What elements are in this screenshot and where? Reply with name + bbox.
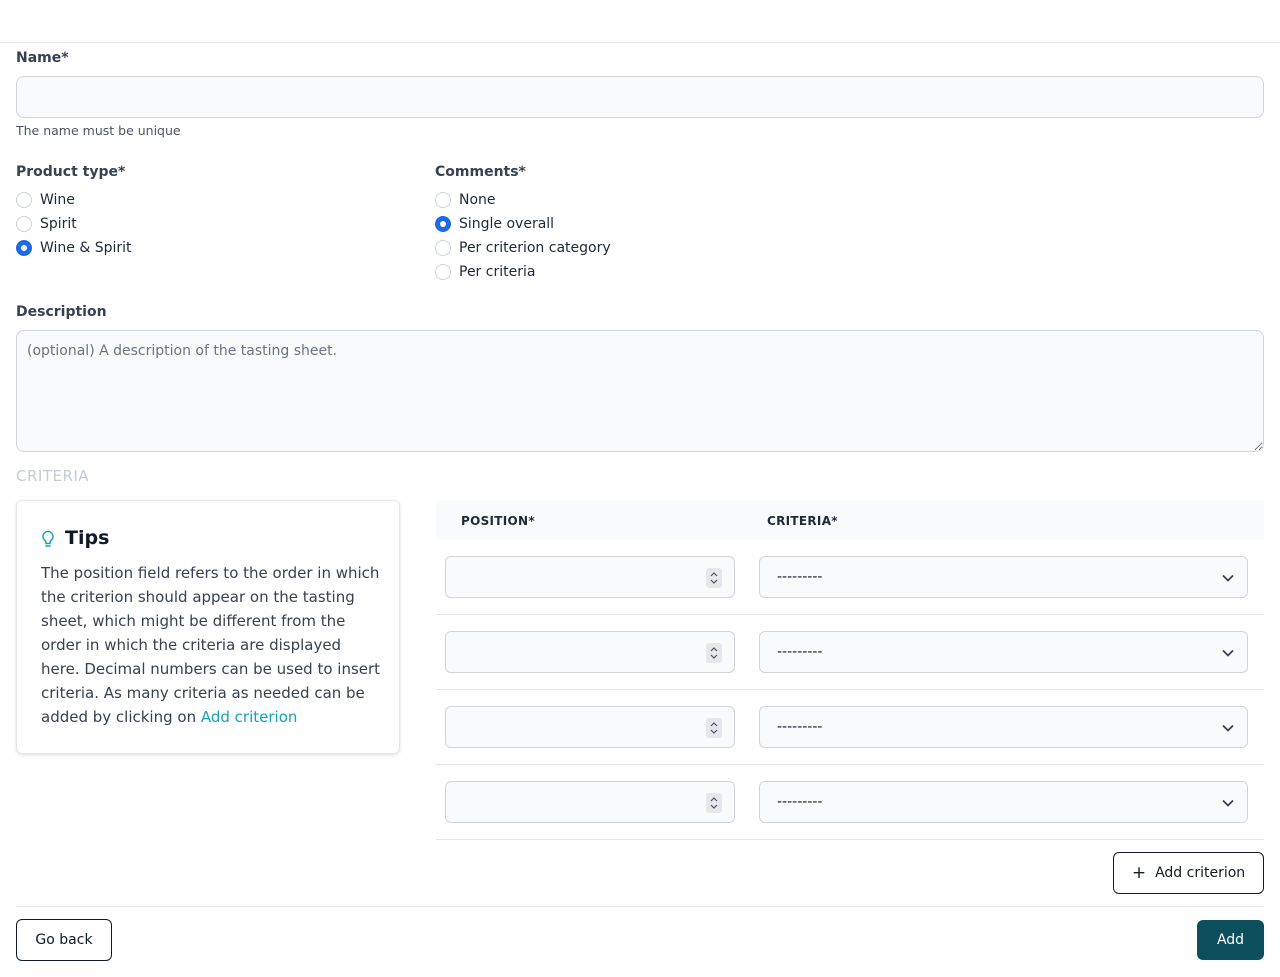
position-input[interactable] bbox=[445, 706, 735, 748]
name-input[interactable] bbox=[16, 76, 1264, 118]
top-bar bbox=[0, 0, 1280, 43]
radio-button[interactable] bbox=[16, 216, 32, 232]
criteria-select-value: --------- bbox=[777, 644, 823, 660]
product-type-label: Product type* bbox=[16, 164, 126, 180]
chevron-down-icon bbox=[1222, 574, 1234, 582]
criteria-select[interactable]: --------- bbox=[759, 556, 1248, 598]
criteria-select[interactable]: --------- bbox=[759, 706, 1248, 748]
radio-button[interactable] bbox=[435, 264, 451, 280]
description-label: Description bbox=[16, 304, 107, 320]
product-type-option-wine[interactable]: Wine bbox=[16, 191, 75, 209]
product-type-option-label: Wine bbox=[40, 192, 75, 208]
number-stepper[interactable] bbox=[706, 643, 722, 663]
description-textarea[interactable] bbox=[16, 330, 1264, 452]
comments-option-label: Per criteria bbox=[459, 264, 536, 280]
criteria-select[interactable]: --------- bbox=[759, 781, 1248, 823]
criteria-section-title: CRITERIA bbox=[16, 467, 90, 485]
comments-option-label: Per criterion category bbox=[459, 240, 611, 256]
add-submit-button[interactable]: Add bbox=[1197, 920, 1264, 960]
radio-button[interactable] bbox=[435, 192, 451, 208]
add-criterion-link[interactable]: Add criterion bbox=[201, 708, 298, 726]
plus-icon: + bbox=[1131, 862, 1147, 883]
radio-button-selected[interactable] bbox=[435, 216, 451, 232]
radio-button-selected[interactable] bbox=[16, 240, 32, 256]
row-divider bbox=[436, 614, 1264, 615]
add-criterion-button[interactable]: + Add criterion bbox=[1113, 852, 1264, 894]
stepper-arrows-icon bbox=[710, 572, 718, 584]
position-input[interactable] bbox=[445, 781, 735, 823]
row-divider bbox=[436, 689, 1264, 690]
comments-option-single-overall[interactable]: Single overall bbox=[435, 215, 554, 233]
comments-label: Comments* bbox=[435, 164, 526, 180]
stepper-arrows-icon bbox=[710, 647, 718, 659]
criteria-column-header: CRITERIA* bbox=[767, 514, 838, 528]
product-type-option-spirit[interactable]: Spirit bbox=[16, 215, 77, 233]
row-divider bbox=[436, 764, 1264, 765]
criteria-select-value: --------- bbox=[777, 569, 823, 585]
chevron-down-icon bbox=[1222, 724, 1234, 732]
comments-option-per-criterion-category[interactable]: Per criterion category bbox=[435, 239, 611, 257]
product-type-option-label: Wine & Spirit bbox=[40, 240, 132, 256]
number-stepper[interactable] bbox=[706, 568, 722, 588]
comments-option-label: None bbox=[459, 192, 496, 208]
add-criterion-button-label: Add criterion bbox=[1155, 865, 1246, 881]
go-back-button[interactable]: Go back bbox=[16, 919, 112, 961]
criteria-select-value: --------- bbox=[777, 794, 823, 810]
criteria-select[interactable]: --------- bbox=[759, 631, 1248, 673]
chevron-down-icon bbox=[1222, 649, 1234, 657]
tips-text: The position field refers to the order i… bbox=[41, 561, 381, 729]
comments-option-per-criteria[interactable]: Per criteria bbox=[435, 263, 535, 281]
criteria-table-header bbox=[436, 500, 1264, 540]
criteria-select-value: --------- bbox=[777, 719, 823, 735]
comments-option-none[interactable]: None bbox=[435, 191, 496, 209]
number-stepper[interactable] bbox=[706, 718, 722, 738]
name-label: Name* bbox=[16, 50, 69, 66]
number-stepper[interactable] bbox=[706, 793, 722, 813]
chevron-down-icon bbox=[1222, 799, 1234, 807]
tips-title: Tips bbox=[65, 527, 110, 549]
stepper-arrows-icon bbox=[710, 797, 718, 809]
name-hint: The name must be unique bbox=[16, 123, 181, 138]
position-input[interactable] bbox=[445, 556, 735, 598]
product-type-option-label: Spirit bbox=[40, 216, 77, 232]
tips-body: The position field refers to the order i… bbox=[41, 564, 381, 726]
position-input[interactable] bbox=[445, 631, 735, 673]
comments-option-label: Single overall bbox=[459, 216, 555, 232]
footer-divider bbox=[16, 906, 1264, 907]
stepper-arrows-icon bbox=[710, 722, 718, 734]
lightbulb-icon bbox=[42, 530, 54, 547]
radio-button[interactable] bbox=[16, 192, 32, 208]
row-divider bbox=[436, 839, 1264, 840]
position-column-header: POSITION* bbox=[461, 514, 535, 528]
radio-button[interactable] bbox=[435, 240, 451, 256]
product-type-option-wine-and-spirit[interactable]: Wine & Spirit bbox=[16, 239, 132, 257]
